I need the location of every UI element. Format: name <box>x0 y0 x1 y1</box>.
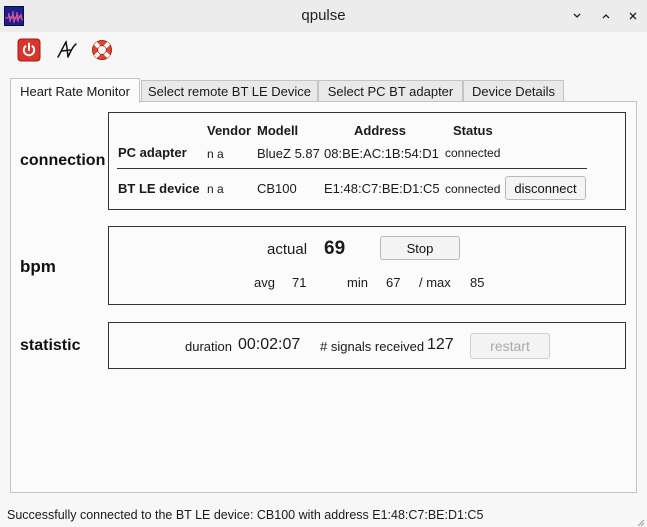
pc-adapter-model: BlueZ 5.87 <box>257 146 320 161</box>
bt-device-address: E1:48:C7:BE:D1:C5 <box>324 181 440 196</box>
title-bar: qpulse <box>0 0 647 32</box>
about-signature-icon <box>57 40 77 58</box>
connection-box: Vendor Modell Address Status PC adapter … <box>108 112 626 210</box>
status-message: Successfully connected to the BT LE devi… <box>7 508 484 522</box>
about-button[interactable] <box>54 37 80 63</box>
vendor-header: Vendor <box>207 123 252 138</box>
help-button[interactable] <box>89 37 115 63</box>
min-label: min <box>347 275 368 290</box>
signals-value: 127 <box>427 336 454 353</box>
minimize-button[interactable] <box>567 6 587 26</box>
quit-button[interactable] <box>16 37 42 63</box>
lifebuoy-icon <box>92 40 112 60</box>
bt-device-status: connected <box>445 182 501 196</box>
window-title: qpulse <box>301 7 346 24</box>
bt-device-vendor: n a <box>207 182 224 196</box>
bpm-section-label: bpm <box>20 257 56 276</box>
bt-device-label: BT LE device <box>118 181 200 196</box>
model-header: Modell <box>257 123 299 138</box>
pc-adapter-address: 08:BE:AC:1B:54:D1 <box>324 146 439 161</box>
row-divider <box>117 168 587 169</box>
stop-button[interactable]: Stop <box>380 236 460 260</box>
status-header: Status <box>453 123 493 138</box>
tab-device-details[interactable]: Device Details <box>463 80 564 102</box>
toolbar <box>0 32 647 66</box>
max-value: 85 <box>470 275 485 290</box>
max-label: / max <box>419 275 451 290</box>
tab-select-remote-device[interactable]: Select remote BT LE Device <box>141 80 318 102</box>
address-header: Address <box>354 123 407 138</box>
statistic-box: duration 00:02:07 # signals received 127… <box>108 322 626 369</box>
tab-heart-rate-monitor[interactable]: Heart Rate Monitor <box>10 78 140 103</box>
min-value: 67 <box>386 275 401 290</box>
close-icon <box>629 12 637 20</box>
bt-device-model: CB100 <box>257 181 297 196</box>
statistic-section-label: statistic <box>20 337 81 354</box>
maximize-icon <box>602 14 610 19</box>
actual-label: actual <box>267 241 308 258</box>
resize-grip-icon[interactable] <box>635 515 645 527</box>
pc-adapter-label: PC adapter <box>118 145 187 160</box>
maximize-button[interactable] <box>596 6 616 26</box>
minimize-icon <box>573 13 581 18</box>
status-bar: Successfully connected to the BT LE devi… <box>0 504 647 527</box>
pc-adapter-status: connected <box>445 146 501 160</box>
avg-value: 71 <box>292 275 307 290</box>
duration-value: 00:02:07 <box>238 336 301 353</box>
tab-select-pc-adapter[interactable]: Select PC BT adapter <box>318 80 463 102</box>
restart-button[interactable]: restart <box>470 333 550 359</box>
disconnect-button[interactable]: disconnect <box>505 176 586 200</box>
bpm-box: actual 69 Stop avg 71 min 67 / max 85 <box>108 226 626 305</box>
power-icon <box>17 38 41 62</box>
avg-label: avg <box>254 275 275 290</box>
pc-adapter-vendor: n a <box>207 147 224 161</box>
close-button[interactable] <box>623 6 643 26</box>
duration-label: duration <box>185 339 232 354</box>
actual-bpm-value: 69 <box>324 238 346 259</box>
signals-label: # signals received <box>320 339 425 354</box>
connection-section-label: connection <box>20 152 106 169</box>
